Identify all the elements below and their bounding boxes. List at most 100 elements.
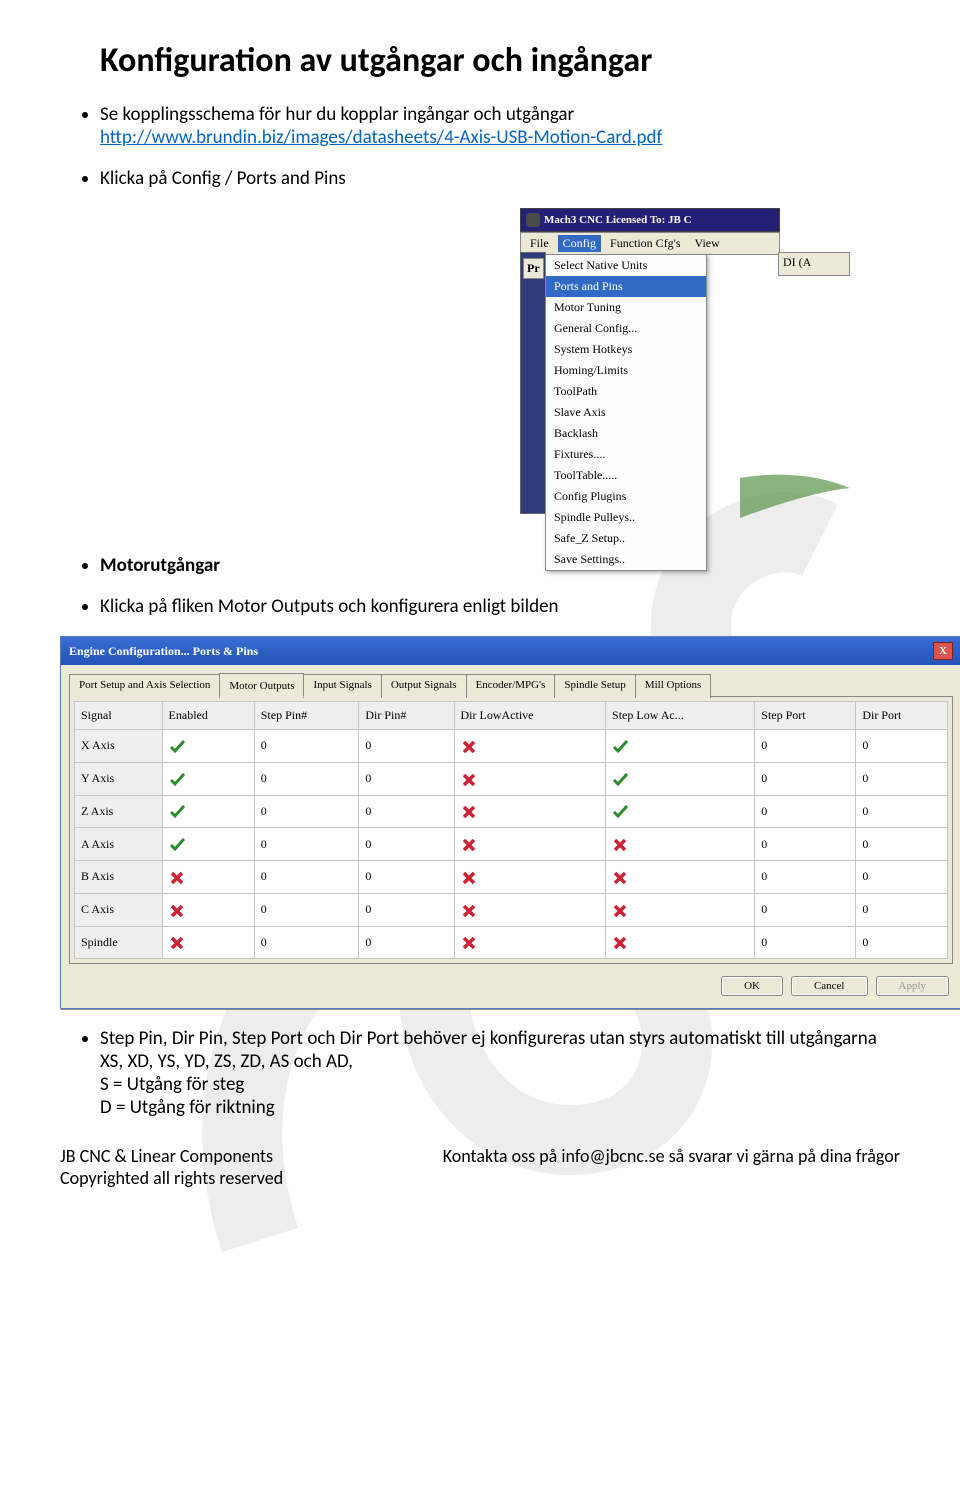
apply-button[interactable]: Apply <box>876 976 950 996</box>
config-item[interactable]: Save Settings.. <box>546 549 706 570</box>
enabled-cell[interactable] <box>162 893 254 926</box>
step-low-cell[interactable] <box>606 861 755 894</box>
table-row: Y Axis0000 <box>75 762 948 795</box>
dir-low-cell[interactable] <box>454 893 606 926</box>
dir-port-cell[interactable]: 0 <box>856 893 948 926</box>
enabled-cell[interactable] <box>162 861 254 894</box>
step-port-cell[interactable]: 0 <box>755 926 856 959</box>
dialog-body: Port Setup and Axis SelectionMotor Outpu… <box>61 665 960 1008</box>
step-pin-cell[interactable]: 0 <box>254 795 359 828</box>
step-low-cell[interactable] <box>606 828 755 861</box>
enabled-cell[interactable] <box>162 795 254 828</box>
config-item[interactable]: Select Native Units <box>546 255 706 276</box>
dir-pin-cell[interactable]: 0 <box>359 893 454 926</box>
dir-port-cell[interactable]: 0 <box>856 795 948 828</box>
signal-cell: Spindle <box>75 926 163 959</box>
table-row: B Axis0000 <box>75 861 948 894</box>
tab-mill-options[interactable]: Mill Options <box>635 674 712 698</box>
intro-text: Se kopplingsschema för hur du kopplar in… <box>100 103 574 126</box>
step-port-cell[interactable]: 0 <box>755 730 856 763</box>
step-low-cell[interactable] <box>606 730 755 763</box>
tab-encoder-mpg-s[interactable]: Encoder/MPG's <box>466 674 556 698</box>
dir-low-cell[interactable] <box>454 926 606 959</box>
step-low-cell[interactable] <box>606 762 755 795</box>
dir-pin-cell[interactable]: 0 <box>359 730 454 763</box>
step-low-cell[interactable] <box>606 926 755 959</box>
dir-low-cell[interactable] <box>454 730 606 763</box>
tab-output-signals[interactable]: Output Signals <box>381 674 467 698</box>
tab-motor-outputs[interactable]: Motor Outputs <box>219 673 304 697</box>
dir-low-cell[interactable] <box>454 762 606 795</box>
step-pin-cell[interactable]: 0 <box>254 828 359 861</box>
dir-pin-cell[interactable]: 0 <box>359 762 454 795</box>
click-config-bullet: Klicka på Config / Ports and Pins <box>100 167 900 190</box>
config-item[interactable]: ToolTable..... <box>546 465 706 486</box>
step-pin-cell[interactable]: 0 <box>254 861 359 894</box>
config-item[interactable]: System Hotkeys <box>546 339 706 360</box>
config-item[interactable]: Homing/Limits <box>546 360 706 381</box>
tab-spindle-setup[interactable]: Spindle Setup <box>554 674 635 698</box>
d-text: D = Utgång för riktning <box>100 1096 275 1119</box>
step-pin-cell[interactable]: 0 <box>254 893 359 926</box>
config-item[interactable]: Spindle Pulleys.. <box>546 507 706 528</box>
step-port-cell[interactable]: 0 <box>755 893 856 926</box>
step-port-cell[interactable]: 0 <box>755 795 856 828</box>
motor-heading: Motorutgångar <box>100 554 900 577</box>
tab-port-setup-and-axis-selection[interactable]: Port Setup and Axis Selection <box>69 674 220 698</box>
dir-port-cell[interactable]: 0 <box>856 861 948 894</box>
config-item[interactable]: Backlash <box>546 423 706 444</box>
config-item[interactable]: Motor Tuning <box>546 297 706 318</box>
footer-company: JB CNC & Linear Components <box>60 1145 273 1167</box>
step-port-cell[interactable]: 0 <box>755 828 856 861</box>
config-item[interactable]: Fixtures.... <box>546 444 706 465</box>
dir-low-cell[interactable] <box>454 795 606 828</box>
dialog-buttons: OK Cancel Apply <box>69 964 953 1000</box>
step-pin-cell[interactable]: 0 <box>254 730 359 763</box>
dir-port-cell[interactable]: 0 <box>856 730 948 763</box>
step-port-cell[interactable]: 0 <box>755 762 856 795</box>
config-item[interactable]: Ports and Pins <box>546 276 706 297</box>
enabled-cell[interactable] <box>162 730 254 763</box>
dir-low-cell[interactable] <box>454 861 606 894</box>
menu-view[interactable]: View <box>690 235 725 252</box>
dialog-title-text: Engine Configuration... Ports & Pins <box>69 644 258 659</box>
menu-config[interactable]: Config <box>558 235 601 252</box>
step-port-cell[interactable]: 0 <box>755 861 856 894</box>
dir-low-cell[interactable] <box>454 828 606 861</box>
tab-input-signals[interactable]: Input Signals <box>303 674 381 698</box>
table-row: Spindle0000 <box>75 926 948 959</box>
dir-port-cell[interactable]: 0 <box>856 762 948 795</box>
menu-file[interactable]: File <box>525 235 554 252</box>
signal-cell: Z Axis <box>75 795 163 828</box>
datasheet-link[interactable]: http://www.brundin.biz/images/datasheets… <box>100 126 662 149</box>
config-item[interactable]: General Config... <box>546 318 706 339</box>
decorative-swoosh <box>740 468 860 528</box>
close-icon[interactable]: X <box>933 642 953 660</box>
dir-pin-cell[interactable]: 0 <box>359 861 454 894</box>
cancel-button[interactable]: Cancel <box>791 976 868 996</box>
config-item[interactable]: Config Plugins <box>546 486 706 507</box>
step-pin-cell[interactable]: 0 <box>254 762 359 795</box>
config-item[interactable]: Slave Axis <box>546 402 706 423</box>
dir-pin-cell[interactable]: 0 <box>359 926 454 959</box>
config-item[interactable]: Safe_Z Setup.. <box>546 528 706 549</box>
col-header: Step Port <box>755 702 856 730</box>
table-row: Z Axis0000 <box>75 795 948 828</box>
step-low-cell[interactable] <box>606 795 755 828</box>
enabled-cell[interactable] <box>162 926 254 959</box>
dir-port-cell[interactable]: 0 <box>856 828 948 861</box>
step-pin-cell[interactable]: 0 <box>254 926 359 959</box>
intro-bullet: Se kopplingsschema för hur du kopplar in… <box>100 103 900 149</box>
enabled-cell[interactable] <box>162 828 254 861</box>
mach3-titlebar: Mach3 CNC Licensed To: JB C <box>520 208 780 232</box>
dir-pin-cell[interactable]: 0 <box>359 795 454 828</box>
ok-button[interactable]: OK <box>721 976 783 996</box>
dir-port-cell[interactable]: 0 <box>856 926 948 959</box>
enabled-cell[interactable] <box>162 762 254 795</box>
menu-function-cfgs[interactable]: Function Cfg's <box>605 235 686 252</box>
pr-tab: Pr <box>523 258 544 279</box>
config-item[interactable]: ToolPath <box>546 381 706 402</box>
config-dropdown[interactable]: Select Native UnitsPorts and PinsMotor T… <box>545 254 707 571</box>
step-low-cell[interactable] <box>606 893 755 926</box>
dir-pin-cell[interactable]: 0 <box>359 828 454 861</box>
